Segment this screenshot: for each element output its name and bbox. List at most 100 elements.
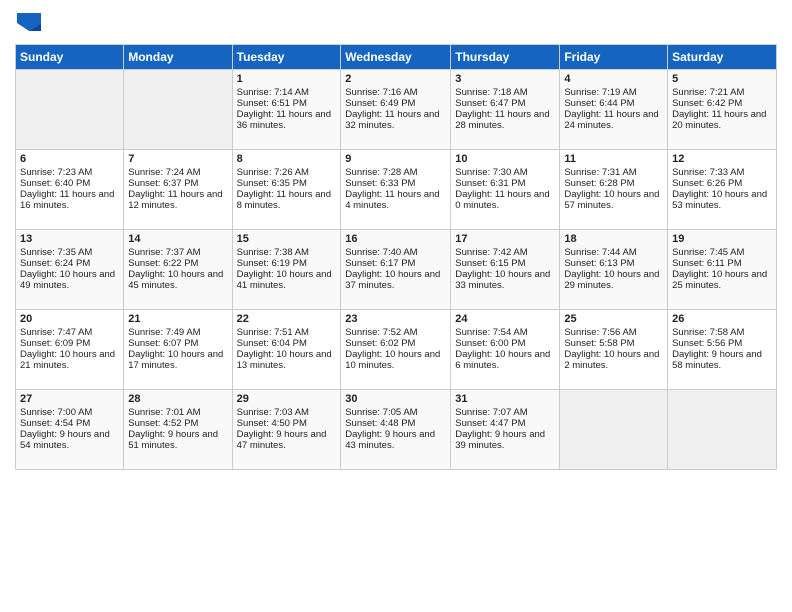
- cell-text: Sunset: 6:11 PM: [672, 258, 772, 269]
- cell-text: Sunset: 4:50 PM: [237, 418, 337, 429]
- cell-text: Sunrise: 7:07 AM: [455, 407, 555, 418]
- day-number: 11: [564, 153, 663, 165]
- cell-text: Daylight: 9 hours and 39 minutes.: [455, 429, 555, 451]
- cell-text: Sunrise: 7:37 AM: [128, 247, 227, 258]
- cell-text: Daylight: 11 hours and 12 minutes.: [128, 189, 227, 211]
- day-number: 6: [20, 153, 119, 165]
- cell-text: Daylight: 10 hours and 41 minutes.: [237, 269, 337, 291]
- cell-text: Daylight: 11 hours and 28 minutes.: [455, 109, 555, 131]
- cell-text: Daylight: 10 hours and 33 minutes.: [455, 269, 555, 291]
- cell-text: Sunrise: 7:19 AM: [564, 87, 663, 98]
- cell-text: Daylight: 10 hours and 37 minutes.: [345, 269, 446, 291]
- cell-text: Sunrise: 7:45 AM: [672, 247, 772, 258]
- cell-text: Sunrise: 7:23 AM: [20, 167, 119, 178]
- calendar-cell: 15 Sunrise: 7:38 AMSunset: 6:19 PMDayligh…: [232, 229, 341, 309]
- cell-text: Sunset: 6:49 PM: [345, 98, 446, 109]
- day-number: 21: [128, 313, 227, 325]
- cell-text: Sunset: 6:13 PM: [564, 258, 663, 269]
- weekday-header-sunday: Sunday: [16, 44, 124, 69]
- cell-text: Sunset: 4:47 PM: [455, 418, 555, 429]
- week-row-3: 13Sunrise: 7:35 AMSunset: 6:24 PMDayligh…: [16, 229, 777, 309]
- cell-text: Daylight: 10 hours and 17 minutes.: [128, 349, 227, 371]
- calendar-cell: [124, 69, 232, 149]
- cell-text: Sunrise: 7:18 AM: [455, 87, 555, 98]
- calendar-cell: 10Sunrise: 7:30 AMSunset: 6:31 PMDayligh…: [451, 149, 560, 229]
- calendar-cell: 20Sunrise: 7:47 AMSunset: 6:09 PMDayligh…: [16, 309, 124, 389]
- cell-text: Sunset: 6:42 PM: [672, 98, 772, 109]
- cell-text: Sunrise: 7:56 AM: [564, 327, 663, 338]
- cell-text: Sunset: 6:19 PM: [237, 258, 337, 269]
- cell-text: Sunrise: 7:40 AM: [345, 247, 446, 258]
- day-number: 16: [345, 233, 446, 245]
- weekday-header-thursday: Thursday: [451, 44, 560, 69]
- cell-text: Daylight: 10 hours and 6 minutes.: [455, 349, 555, 371]
- day-number: 26: [672, 313, 772, 325]
- cell-text: Sunset: 4:52 PM: [128, 418, 227, 429]
- cell-text: Daylight: 11 hours and 36 minutes.: [237, 109, 337, 131]
- cell-text: Sunrise: 7:49 AM: [128, 327, 227, 338]
- cell-text: Sunrise: 7:05 AM: [345, 407, 446, 418]
- week-row-2: 6Sunrise: 7:23 AMSunset: 6:40 PMDaylight…: [16, 149, 777, 229]
- day-number: 29: [237, 393, 337, 405]
- day-number: 4: [564, 73, 663, 85]
- cell-text: Daylight: 10 hours and 29 minutes.: [564, 269, 663, 291]
- cell-text: Sunrise: 7:42 AM: [455, 247, 555, 258]
- calendar-cell: 7Sunrise: 7:24 AMSunset: 6:37 PMDaylight…: [124, 149, 232, 229]
- day-number: 19: [672, 233, 772, 245]
- cell-text: Sunset: 4:48 PM: [345, 418, 446, 429]
- cell-text: Daylight: 11 hours and 24 minutes.: [564, 109, 663, 131]
- cell-text: Sunset: 6:09 PM: [20, 338, 119, 349]
- cell-text: Sunset: 5:56 PM: [672, 338, 772, 349]
- cell-text: Sunset: 6:26 PM: [672, 178, 772, 189]
- cell-text: Daylight: 11 hours and 0 minutes.: [455, 189, 555, 211]
- day-number: 14: [128, 233, 227, 245]
- week-row-1: 1Sunrise: 7:14 AMSunset: 6:51 PMDaylight…: [16, 69, 777, 149]
- cell-text: Sunrise: 7:26 AM: [237, 167, 337, 178]
- cell-text: Sunrise: 7:51 AM: [237, 327, 337, 338]
- cell-text: Sunset: 6:15 PM: [455, 258, 555, 269]
- calendar-cell: 3Sunrise: 7:18 AMSunset: 6:47 PMDaylight…: [451, 69, 560, 149]
- cell-text: Sunset: 5:58 PM: [564, 338, 663, 349]
- day-number: 28: [128, 393, 227, 405]
- cell-text: Sunrise: 7:01 AM: [128, 407, 227, 418]
- weekday-header-friday: Friday: [560, 44, 668, 69]
- cell-text: Daylight: 11 hours and 4 minutes.: [345, 189, 446, 211]
- calendar-cell: 31 Sunrise: 7:07 AMSunset: 4:47 PMDayligh…: [451, 389, 560, 469]
- cell-text: Sunset: 6:44 PM: [564, 98, 663, 109]
- calendar-cell: 24Sunrise: 7:54 AMSunset: 6:00 PMDayligh…: [451, 309, 560, 389]
- cell-text: Daylight: 9 hours and 43 minutes.: [345, 429, 446, 451]
- day-number: 31: [455, 393, 555, 405]
- calendar-cell: 6Sunrise: 7:23 AMSunset: 6:40 PMDaylight…: [16, 149, 124, 229]
- cell-text: Daylight: 11 hours and 32 minutes.: [345, 109, 446, 131]
- calendar-cell: 8Sunrise: 7:26 AMSunset: 6:35 PMDaylight…: [232, 149, 341, 229]
- cell-text: Sunset: 6:51 PM: [237, 98, 337, 109]
- day-number: 23: [345, 313, 446, 325]
- cell-text: Sunset: 4:54 PM: [20, 418, 119, 429]
- day-number: 22: [237, 313, 337, 325]
- weekday-header-saturday: Saturday: [668, 44, 777, 69]
- cell-text: Daylight: 11 hours and 8 minutes.: [237, 189, 337, 211]
- cell-text: Sunset: 6:04 PM: [237, 338, 337, 349]
- cell-text: Sunrise: 7:47 AM: [20, 327, 119, 338]
- cell-text: Sunrise: 7:33 AM: [672, 167, 772, 178]
- cell-text: Sunrise: 7:00 AM: [20, 407, 119, 418]
- calendar-cell: 14Sunrise: 7:37 AMSunset: 6:22 PMDayligh…: [124, 229, 232, 309]
- weekday-header-row: SundayMondayTuesdayWednesdayThursdayFrid…: [16, 44, 777, 69]
- day-number: 15: [237, 233, 337, 245]
- calendar-cell: 17Sunrise: 7:42 AMSunset: 6:15 PMDayligh…: [451, 229, 560, 309]
- logo-icon: [17, 10, 41, 34]
- day-number: 27: [20, 393, 119, 405]
- cell-text: Sunrise: 7:24 AM: [128, 167, 227, 178]
- calendar-cell: 18Sunrise: 7:44 AMSunset: 6:13 PMDayligh…: [560, 229, 668, 309]
- day-number: 7: [128, 153, 227, 165]
- day-number: 3: [455, 73, 555, 85]
- cell-text: Sunrise: 7:58 AM: [672, 327, 772, 338]
- calendar-cell: 30Sunrise: 7:05 AMSunset: 4:48 PMDayligh…: [341, 389, 451, 469]
- calendar-cell: 29Sunrise: 7:03 AMSunset: 4:50 PMDayligh…: [232, 389, 341, 469]
- calendar-cell: [16, 69, 124, 149]
- cell-text: Sunrise: 7:38 AM: [237, 247, 337, 258]
- calendar-cell: 27Sunrise: 7:00 AMSunset: 4:54 PMDayligh…: [16, 389, 124, 469]
- logo: [15, 10, 41, 36]
- calendar-cell: 25Sunrise: 7:56 AMSunset: 5:58 PMDayligh…: [560, 309, 668, 389]
- cell-text: Daylight: 10 hours and 49 minutes.: [20, 269, 119, 291]
